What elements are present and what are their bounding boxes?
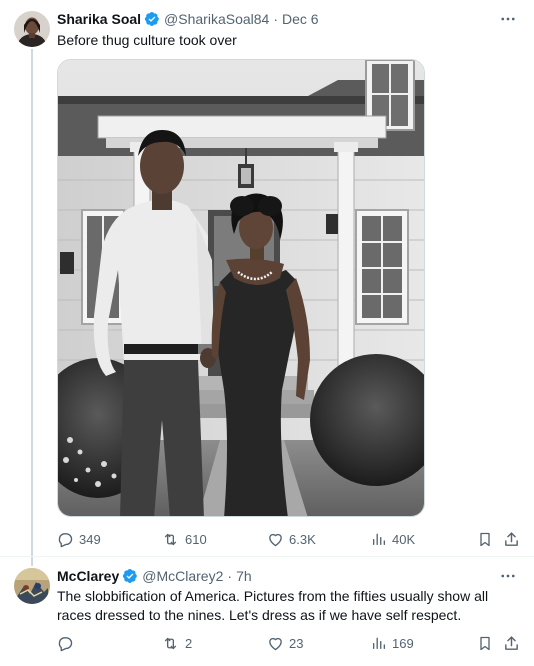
- tweet-timestamp[interactable]: Dec 6: [282, 11, 319, 27]
- tweet-photo[interactable]: [57, 59, 425, 517]
- share-button[interactable]: [503, 633, 520, 653]
- like-button[interactable]: 23: [267, 633, 303, 653]
- share-icon: [503, 531, 520, 548]
- more-icon[interactable]: [498, 566, 518, 586]
- separator-dot: ·: [227, 568, 233, 584]
- bookmark-button[interactable]: [477, 529, 493, 549]
- retweet-icon: [161, 531, 180, 548]
- tweet-actions: 349 610 6.3K 40K: [57, 529, 518, 549]
- tweet-timestamp[interactable]: 7h: [236, 568, 252, 584]
- retweet-icon: [161, 635, 180, 652]
- reply-count: 349: [79, 531, 101, 547]
- separator-dot: ·: [273, 11, 278, 27]
- reply-icon: [57, 635, 74, 652]
- views-button[interactable]: 40K: [371, 529, 415, 549]
- author-handle[interactable]: @McClarey2: [142, 568, 223, 584]
- views-count: 169: [392, 635, 414, 651]
- retweet-count: 2: [185, 635, 193, 651]
- retweet-button[interactable]: 2: [161, 633, 192, 653]
- more-icon[interactable]: [498, 9, 518, 29]
- retweet-count: 610: [185, 531, 207, 547]
- like-count: 6.3K: [289, 531, 316, 547]
- tweet-actions: 2 23 169: [57, 633, 518, 653]
- tweet-header: Sharika Soal @SharikaSoal84 · Dec 6: [57, 9, 319, 29]
- like-count: 23: [289, 635, 304, 651]
- avatar-mcclarey[interactable]: [14, 568, 50, 604]
- tweet-text: The slobbification of America. Pictures …: [57, 588, 489, 623]
- tweet-sharika-soal[interactable]: Sharika Soal @SharikaSoal84 · Dec 6 Befo…: [0, 0, 534, 566]
- views-button[interactable]: 169: [371, 633, 414, 653]
- author-name[interactable]: Sharika Soal: [57, 11, 141, 27]
- verified-badge-icon: [144, 11, 160, 27]
- author-handle[interactable]: @SharikaSoal84: [164, 11, 269, 27]
- reply-button[interactable]: [57, 633, 79, 653]
- avatar-sharika-soal[interactable]: [14, 11, 50, 47]
- views-count: 40K: [392, 531, 416, 547]
- share-icon: [503, 635, 520, 652]
- views-icon: [371, 635, 387, 651]
- verified-badge-icon: [122, 568, 138, 584]
- retweet-button[interactable]: 610: [161, 529, 207, 549]
- like-icon: [267, 635, 284, 652]
- tweet-mcclarey[interactable]: McClarey @McClarey2 · 7h The slobbificat…: [0, 556, 534, 666]
- share-button[interactable]: [503, 529, 520, 549]
- tweet-text: Before thug culture took over: [57, 32, 237, 48]
- views-icon: [371, 531, 387, 547]
- bookmark-icon: [477, 635, 493, 652]
- tweet-header: McClarey @McClarey2 · 7h: [57, 566, 252, 586]
- bookmark-button[interactable]: [477, 633, 493, 653]
- bookmark-icon: [477, 531, 493, 548]
- like-button[interactable]: 6.3K: [267, 529, 316, 549]
- thread-connector-line: [31, 49, 33, 566]
- author-name[interactable]: McClarey: [57, 568, 119, 584]
- reply-button[interactable]: 349: [57, 529, 101, 549]
- like-icon: [267, 531, 284, 548]
- reply-icon: [57, 531, 74, 548]
